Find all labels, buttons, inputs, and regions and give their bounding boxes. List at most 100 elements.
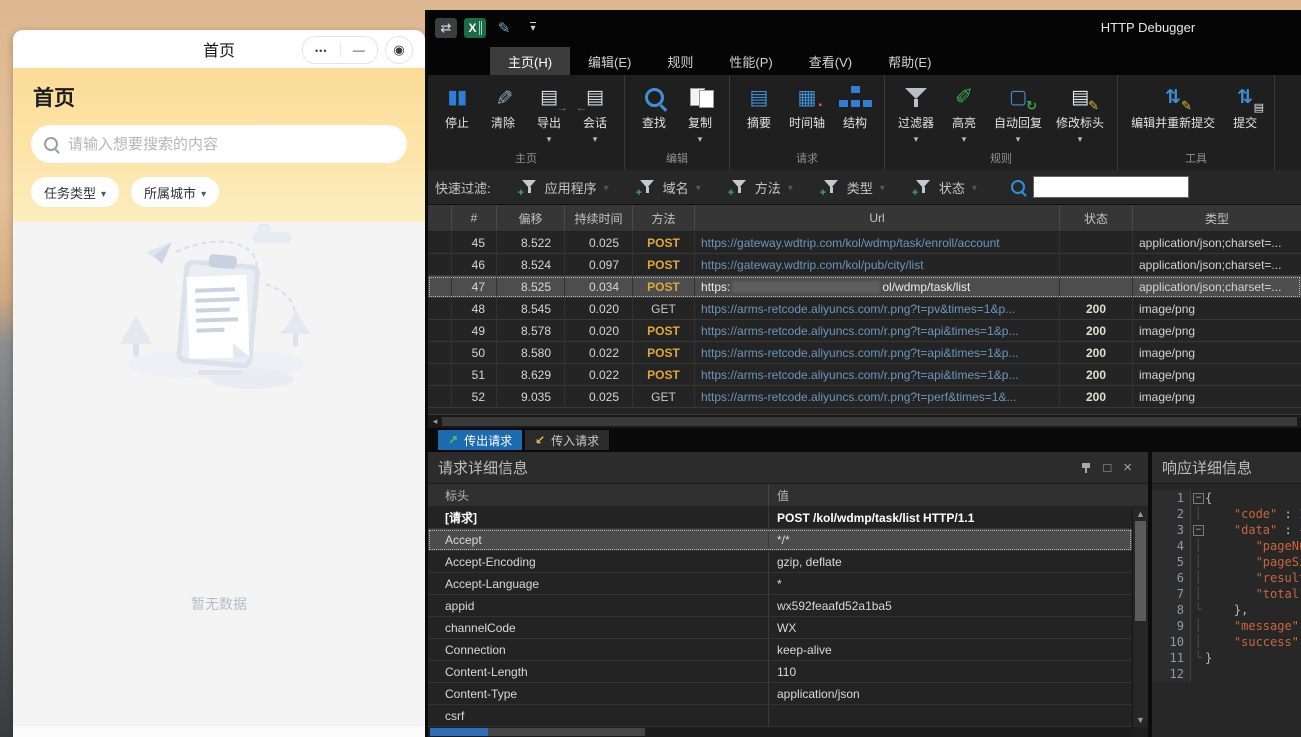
fold-toggle-icon[interactable]: │ bbox=[1191, 634, 1205, 650]
ribbon-button[interactable]: 编辑并重新提交 bbox=[1124, 82, 1222, 141]
fold-toggle-icon[interactable]: │ bbox=[1191, 618, 1205, 634]
quick-filter-dropdown[interactable]: + 应用程序 bbox=[521, 178, 609, 197]
quick-filter-dropdown[interactable]: + 类型 bbox=[823, 178, 885, 197]
scroll-left-icon[interactable]: ◂ bbox=[428, 416, 442, 427]
request-table-hscrollbar[interactable]: ◂ bbox=[428, 415, 1301, 428]
fold-toggle-icon[interactable] bbox=[1191, 490, 1205, 506]
request-table-column-header[interactable]: 偏移 bbox=[497, 205, 565, 231]
search-box[interactable] bbox=[31, 125, 407, 163]
request-row[interactable]: 50 8.580 0.022 POST https://arms-retcode… bbox=[428, 342, 1301, 364]
ribbon-button[interactable]: 提交 bbox=[1222, 82, 1268, 141]
ribbon-button[interactable]: 过滤器 bbox=[891, 82, 941, 141]
ribbon-button[interactable]: 导出 bbox=[526, 82, 572, 141]
search-input[interactable] bbox=[66, 135, 394, 154]
request-table-column-header[interactable]: 类型 bbox=[1133, 205, 1301, 231]
ribbon-button[interactable]: 停止 bbox=[434, 82, 480, 141]
header-row[interactable]: csrf bbox=[428, 705, 1132, 727]
header-row[interactable]: channelCode WX bbox=[428, 617, 1132, 639]
hscroll-thumb[interactable] bbox=[442, 417, 1297, 426]
header-row[interactable]: [请求] POST /kol/wdmp/task/list HTTP/1.1 bbox=[428, 507, 1132, 529]
request-row[interactable]: 49 8.578 0.020 POST https://arms-retcode… bbox=[428, 320, 1301, 342]
request-table-column-header[interactable]: # bbox=[452, 205, 497, 231]
fold-toggle-icon[interactable]: │ bbox=[1191, 506, 1205, 522]
request-row[interactable]: 46 8.524 0.097 POST https://gateway.wdtr… bbox=[428, 254, 1301, 276]
row-duration-cell: 0.020 bbox=[565, 298, 633, 319]
header-name: channelCode bbox=[428, 621, 768, 635]
request-details-vscrollbar[interactable]: ▲ ▼ bbox=[1132, 507, 1148, 727]
header-row[interactable]: Accept */* bbox=[428, 529, 1132, 551]
fold-toggle-icon[interactable]: └ bbox=[1191, 650, 1205, 666]
row-type-cell: image/png bbox=[1133, 298, 1301, 319]
hscroll-thumb-active[interactable] bbox=[430, 728, 488, 736]
header-row[interactable]: Accept-Language * bbox=[428, 573, 1132, 595]
header-row[interactable]: Connection keep-alive bbox=[428, 639, 1132, 661]
traffic-tab[interactable]: 传入请求 bbox=[525, 430, 609, 450]
header-row[interactable]: Content-Type application/json bbox=[428, 683, 1132, 705]
request-table-column-header[interactable]: 状态 bbox=[1060, 205, 1133, 231]
fold-toggle-icon[interactable]: │ bbox=[1191, 586, 1205, 602]
response-details-panel: 响应详细信息 1 { 2 │ "code" : 1, 3 bbox=[1152, 452, 1301, 737]
fold-toggle-icon[interactable] bbox=[1191, 522, 1205, 538]
request-row[interactable]: 51 8.629 0.022 POST https://arms-retcode… bbox=[428, 364, 1301, 386]
filter-pill[interactable]: 所属城市 bbox=[131, 177, 219, 207]
ribbon-button[interactable]: 清除 bbox=[480, 82, 526, 141]
sync-icon[interactable] bbox=[435, 18, 457, 38]
line-number: 4 bbox=[1152, 538, 1191, 554]
ribbon-tab[interactable]: 规则 bbox=[649, 47, 711, 75]
request-details-hscrollbar[interactable] bbox=[428, 727, 1132, 737]
fold-toggle-icon[interactable]: │ bbox=[1191, 554, 1205, 570]
ribbon-button[interactable]: 查找 bbox=[631, 82, 677, 141]
header-value-column-label[interactable]: 值 bbox=[768, 484, 1148, 506]
quick-filter-dropdown[interactable]: + 方法 bbox=[731, 178, 793, 197]
method-badge: GET bbox=[651, 302, 676, 316]
ribbon-tab[interactable]: 主页(H) bbox=[490, 47, 570, 75]
request-table-column-header[interactable]: 持续时间 bbox=[565, 205, 633, 231]
excel-export-icon[interactable] bbox=[464, 18, 486, 38]
toolbar-dropdown-icon[interactable] bbox=[522, 18, 544, 38]
request-table-column-header[interactable]: 方法 bbox=[633, 205, 695, 231]
ribbon-tab[interactable]: 编辑(E) bbox=[570, 47, 649, 75]
ribbon-button[interactable]: 会话 bbox=[572, 82, 618, 141]
request-row[interactable]: 45 8.522 0.025 POST https://gateway.wdtr… bbox=[428, 232, 1301, 254]
ribbon-button[interactable]: 高亮 bbox=[941, 82, 987, 141]
header-row[interactable]: Accept-Encoding gzip, deflate bbox=[428, 551, 1132, 573]
filter-pill[interactable]: 任务类型 bbox=[31, 177, 119, 207]
close-icon[interactable] bbox=[1123, 459, 1132, 476]
ribbon-button[interactable]: 时间轴 bbox=[782, 82, 832, 141]
ribbon-button[interactable]: 自动回复 bbox=[987, 82, 1049, 141]
fold-toggle-icon[interactable]: │ bbox=[1191, 570, 1205, 586]
scroll-down-icon[interactable]: ▼ bbox=[1133, 715, 1148, 725]
minimize-button[interactable] bbox=[341, 41, 378, 59]
pin-icon[interactable] bbox=[1081, 462, 1091, 474]
ribbon-button[interactable]: 结构 bbox=[832, 82, 878, 141]
request-table-column-header[interactable]: Url bbox=[695, 205, 1060, 231]
quick-filter-dropdown[interactable]: + 状态 bbox=[915, 178, 977, 197]
traffic-tab[interactable]: 传出请求 bbox=[438, 430, 522, 450]
more-button[interactable] bbox=[303, 41, 340, 59]
fold-toggle-icon[interactable]: │ bbox=[1191, 538, 1205, 554]
ribbon-tab[interactable]: 性能(P) bbox=[711, 47, 790, 75]
row-type-cell: application/json;charset=... bbox=[1133, 276, 1301, 297]
header-name-column-label[interactable]: 标头 bbox=[428, 487, 768, 504]
ribbon-button[interactable]: 复制 bbox=[677, 82, 723, 141]
record-button[interactable] bbox=[385, 36, 413, 64]
request-table-column-header[interactable] bbox=[428, 205, 452, 231]
fold-toggle-icon[interactable] bbox=[1191, 666, 1205, 682]
scroll-up-icon[interactable]: ▲ bbox=[1133, 509, 1148, 519]
quick-filter-search-input[interactable] bbox=[1033, 176, 1189, 198]
request-row[interactable]: 52 9.035 0.025 GET https://arms-retcode.… bbox=[428, 386, 1301, 408]
ribbon-button[interactable]: 摘要 bbox=[736, 82, 782, 141]
ribbon-button[interactable]: 修改标头 bbox=[1049, 82, 1111, 141]
header-row[interactable]: Content-Length 110 bbox=[428, 661, 1132, 683]
maximize-icon[interactable] bbox=[1103, 459, 1111, 476]
hscroll-thumb[interactable] bbox=[488, 728, 645, 736]
fold-toggle-icon[interactable]: └ bbox=[1191, 602, 1205, 618]
request-row[interactable]: 47 8.525 0.034 POST https:ol/wdmp/task/l… bbox=[428, 276, 1301, 298]
brush-icon[interactable] bbox=[493, 18, 515, 38]
request-row[interactable]: 48 8.545 0.020 GET https://arms-retcode.… bbox=[428, 298, 1301, 320]
quick-filter-dropdown[interactable]: + 域名 bbox=[639, 178, 701, 197]
ribbon-tab[interactable]: 查看(V) bbox=[791, 47, 870, 75]
header-row[interactable]: appid wx592feaafd52a1ba5 bbox=[428, 595, 1132, 617]
ribbon-tab[interactable]: 帮助(E) bbox=[870, 47, 949, 75]
vscroll-thumb[interactable] bbox=[1135, 521, 1146, 621]
